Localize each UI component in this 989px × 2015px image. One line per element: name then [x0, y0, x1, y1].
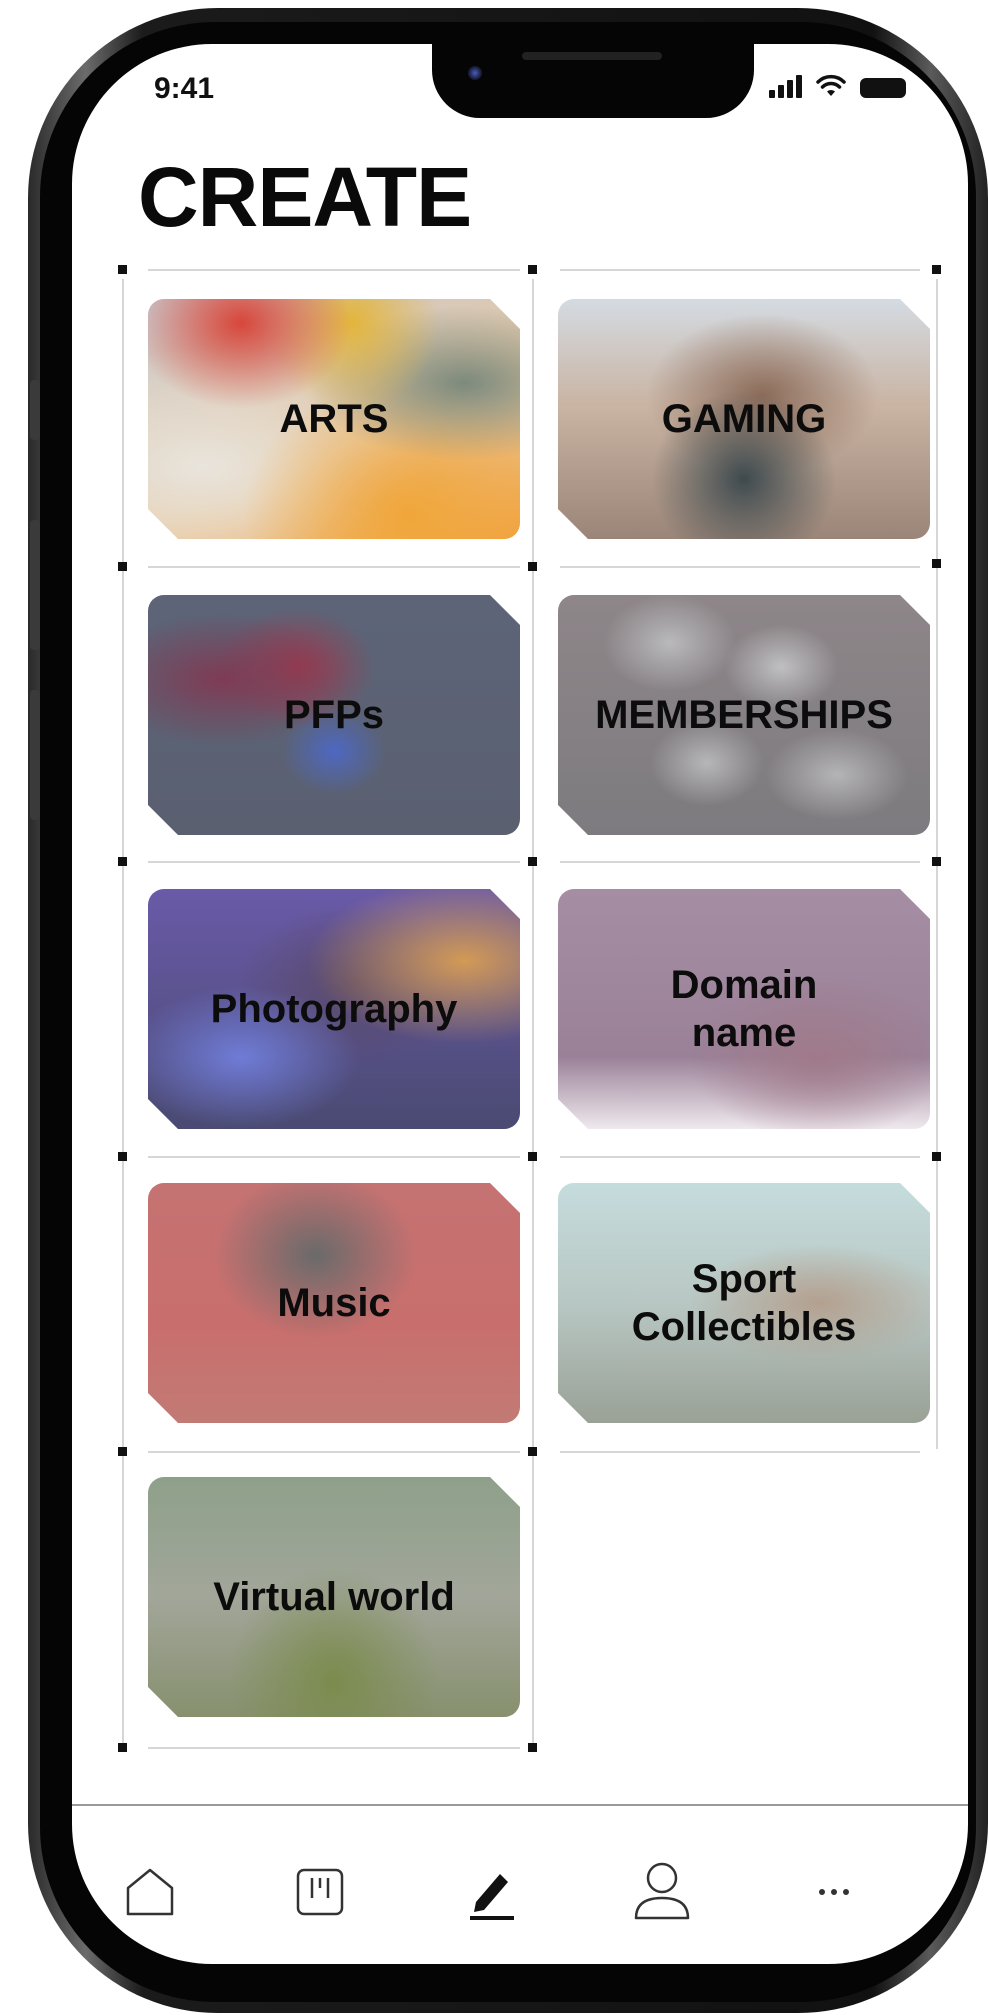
category-tile-gaming[interactable]: GAMING	[558, 299, 930, 539]
category-tile-memberships[interactable]: MEMBERSHIPS	[558, 595, 930, 835]
page-title: CREATE	[138, 150, 472, 244]
tab-create[interactable]	[452, 1852, 532, 1932]
category-tile-sport-collectibles[interactable]: Sport Collectibles	[558, 1183, 930, 1423]
selection-handle	[118, 562, 127, 571]
tab-home[interactable]	[110, 1852, 190, 1932]
tab-more[interactable]	[794, 1852, 874, 1932]
category-tile-domain-name[interactable]: Domain name	[558, 889, 930, 1129]
category-label: PFPs	[283, 693, 385, 737]
selection-handle	[528, 1447, 537, 1456]
category-grid: ARTS GAMING PFPs MEMBERSHIPS Photography…	[118, 265, 958, 1752]
canvas: 9:41 CREATE ARTS GAMING PFPs MEMBERSHIPS…	[0, 0, 989, 2015]
cellular-signal-icon	[769, 75, 802, 98]
selection-handle	[528, 1743, 537, 1752]
volume-down-button	[30, 690, 40, 820]
status-time: 9:41	[154, 72, 215, 105]
category-tile-virtual-world[interactable]: Virtual world	[148, 1477, 520, 1717]
more-icon	[819, 1889, 849, 1895]
grid-guide	[560, 566, 920, 568]
wifi-icon	[816, 74, 846, 96]
category-tile-arts[interactable]: ARTS	[148, 299, 520, 539]
grid-guide	[148, 566, 520, 568]
selection-handle	[528, 1152, 537, 1161]
selection-handle	[118, 1447, 127, 1456]
tab-bar-divider	[72, 1804, 968, 1806]
grid-guide	[148, 1747, 520, 1749]
front-camera-icon	[468, 66, 482, 80]
notch	[432, 44, 754, 118]
selection-handle	[932, 559, 941, 568]
stats-board-icon	[296, 1868, 344, 1916]
status-icons	[769, 74, 906, 98]
grid-guide	[560, 269, 920, 271]
grid-guide	[532, 279, 534, 1744]
grid-guide	[148, 1156, 520, 1158]
tab-profile[interactable]	[622, 1852, 702, 1932]
category-label: GAMING	[661, 397, 827, 441]
selection-handle	[932, 1152, 941, 1161]
selection-handle	[118, 265, 127, 274]
selection-handle	[118, 1152, 127, 1161]
selection-handle	[528, 857, 537, 866]
phone-screen: 9:41 CREATE ARTS GAMING PFPs MEMBERSHIPS…	[72, 44, 968, 1964]
tab-stats[interactable]	[280, 1852, 360, 1932]
grid-guide	[560, 1451, 920, 1453]
profile-icon	[634, 1862, 690, 1920]
pencil-create-icon	[470, 1874, 514, 1920]
grid-guide	[560, 861, 920, 863]
grid-guide	[148, 269, 520, 271]
category-tile-music[interactable]: Music	[148, 1183, 520, 1423]
selection-handle	[118, 1743, 127, 1752]
selection-handle	[932, 857, 941, 866]
category-label: Music	[277, 1281, 391, 1325]
category-tile-photography[interactable]: Photography	[148, 889, 520, 1129]
grid-guide	[560, 1156, 920, 1158]
battery-icon	[860, 78, 906, 98]
category-label: Domain name	[670, 963, 818, 1055]
selection-handle	[528, 562, 537, 571]
selection-handle	[932, 265, 941, 274]
grid-guide	[148, 1451, 520, 1453]
category-label: MEMBERSHIPS	[595, 693, 893, 737]
home-icon	[126, 1868, 174, 1916]
category-label: Sport Collectibles	[631, 1257, 857, 1349]
grid-guide	[148, 861, 520, 863]
category-label: Photography	[210, 987, 458, 1031]
grid-guide	[122, 279, 124, 1744]
mute-switch	[30, 380, 40, 440]
category-label: Virtual world	[213, 1575, 455, 1619]
speaker-grille	[522, 52, 662, 60]
volume-up-button	[30, 520, 40, 650]
selection-handle	[528, 265, 537, 274]
category-label: ARTS	[279, 397, 389, 441]
category-tile-pfps[interactable]: PFPs	[148, 595, 520, 835]
selection-handle	[118, 857, 127, 866]
